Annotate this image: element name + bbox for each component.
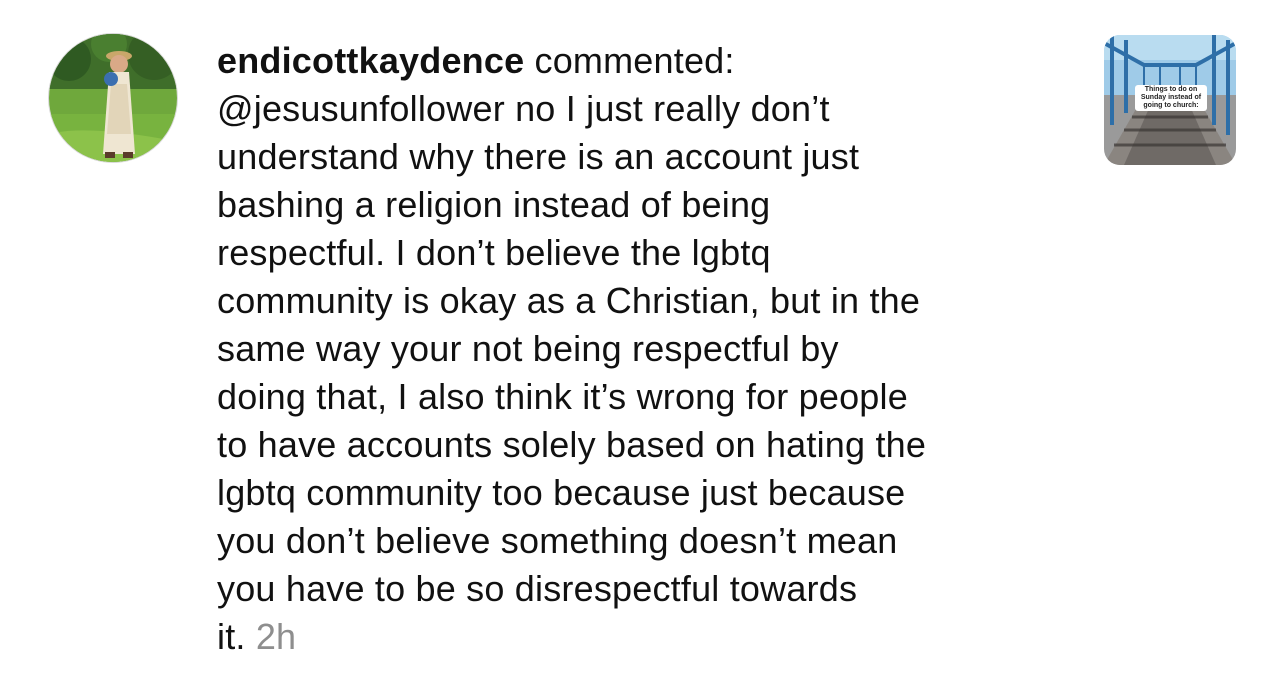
comment-line: community is okay as a Christian, but in… bbox=[217, 280, 921, 321]
avatar[interactable] bbox=[48, 33, 178, 163]
comment-line: to have accounts solely based on hating … bbox=[217, 424, 927, 465]
comment-line: @jesusunfollower no I just really don’t bbox=[217, 88, 830, 129]
comment-line: it. bbox=[217, 616, 256, 657]
comment-line: respectful. I don’t believe the lgbtq bbox=[217, 232, 771, 273]
comment-last-line: it. 2h bbox=[217, 613, 1077, 661]
comment-line: you have to be so disrespectful towards bbox=[217, 568, 858, 609]
username-link[interactable]: endicottkaydence bbox=[217, 40, 524, 81]
comment-header: endicottkaydence commented: bbox=[217, 37, 1077, 85]
comment-line: lgbtq community too because just because bbox=[217, 472, 906, 513]
comment-line: you don’t believe something doesn’t mean bbox=[217, 520, 898, 561]
post-thumbnail[interactable]: Things to do on Sunday instead of going … bbox=[1104, 35, 1236, 165]
comment-line: doing that, I also think it’s wrong for … bbox=[217, 376, 908, 417]
timestamp: 2h bbox=[255, 616, 297, 657]
comment-line: bashing a religion instead of being bbox=[217, 184, 771, 225]
thumbnail-caption: Things to do on Sunday instead of going … bbox=[1135, 85, 1207, 111]
profile-photo-icon bbox=[49, 34, 177, 162]
action-text: commented: bbox=[524, 40, 735, 81]
comment-line: understand why there is an account just bbox=[217, 136, 860, 177]
comment-text: endicottkaydence commented: @jesusunfoll… bbox=[217, 37, 1077, 661]
comment-line: same way your not being respectful by bbox=[217, 328, 839, 369]
comment-notification[interactable]: endicottkaydence commented: @jesusunfoll… bbox=[0, 0, 1284, 684]
